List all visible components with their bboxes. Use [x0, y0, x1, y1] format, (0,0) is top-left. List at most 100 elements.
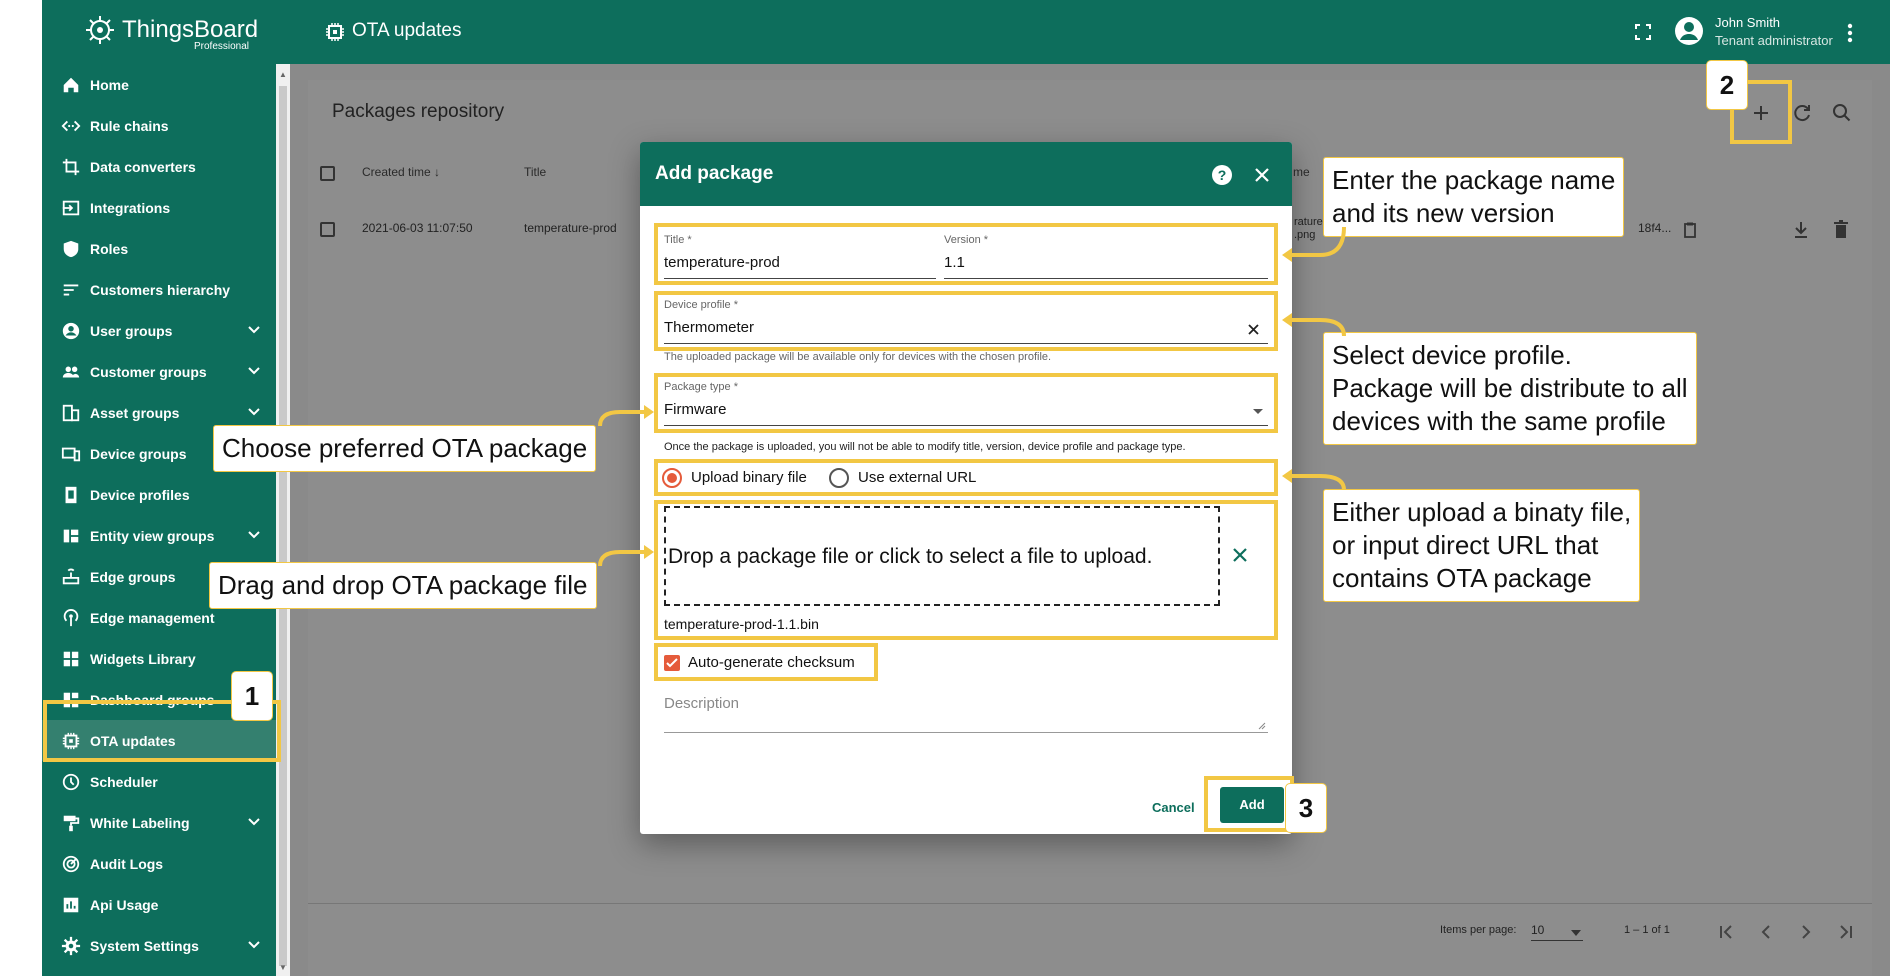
sidebar-item-device-profiles[interactable]: Device profiles [42, 474, 276, 515]
chevron-down-icon[interactable] [246, 322, 262, 338]
sidebar-item-label: Home [90, 76, 129, 93]
first-page-icon[interactable] [1716, 922, 1736, 942]
sidebar-item-label: Entity view groups [90, 527, 215, 544]
arrow-name-version [1282, 226, 1346, 262]
user-role: Tenant administrator [1715, 33, 1833, 48]
arrow-upload [1282, 469, 1346, 491]
sidebar-item-label: Integrations [90, 199, 171, 216]
people-icon [60, 361, 82, 383]
router-icon [60, 566, 82, 588]
sidebar-item-label: Rule chains [90, 117, 169, 134]
callout-device-profile: Select device profile. Package will be d… [1323, 332, 1697, 445]
sidebar-item-scheduler[interactable]: Scheduler [42, 761, 276, 802]
step-1-badge: 1 [232, 672, 272, 720]
callout-name-version: Enter the package name and its new versi… [1323, 157, 1625, 237]
next-page-icon[interactable] [1796, 922, 1816, 942]
track-changes-icon [60, 853, 82, 875]
items-per-page-select[interactable]: 10 [1531, 923, 1544, 937]
dialog-header: Add package ? [640, 142, 1292, 206]
arrow-drag-drop [598, 545, 654, 567]
brand-edition: Professional [194, 41, 250, 52]
search-icon[interactable] [1831, 102, 1853, 124]
download-icon[interactable] [1792, 220, 1810, 240]
sidebar-item-system-settings[interactable]: System Settings [42, 925, 276, 966]
scroll-down-icon[interactable]: ▼ [279, 963, 287, 972]
repository-title: Packages repository [332, 101, 505, 122]
crop-icon [60, 156, 82, 178]
sidebar-item-label: Device groups [90, 445, 187, 462]
column-partial[interactable]: me [1293, 165, 1310, 179]
items-per-page-underline [1531, 940, 1583, 941]
callout-drag-drop: Drag and drop OTA package file [209, 562, 597, 609]
brand-name: ThingsBoard [122, 16, 259, 43]
dialog-title: Add package [655, 163, 774, 184]
schedule-icon [60, 771, 82, 793]
description-field[interactable]: Description [664, 695, 739, 712]
fullscreen-icon[interactable] [1634, 23, 1652, 41]
settings-icon [60, 935, 82, 957]
sidebar-item-label: Widgets Library [90, 650, 196, 667]
select-all-checkbox[interactable] [320, 166, 335, 181]
page-title: OTA updates [352, 20, 462, 41]
sidebar-nav: Home Rule chains Data converters Integratio… [42, 64, 276, 966]
highlight-checksum [654, 643, 878, 681]
sidebar-item-customers-hierarchy[interactable]: Customers hierarchy [42, 269, 276, 310]
sidebar-item-integrations[interactable]: Integrations [42, 187, 276, 228]
avatar[interactable] [1674, 16, 1704, 46]
refresh-icon[interactable] [1791, 102, 1813, 124]
items-per-page-label: Items per page: [1440, 924, 1517, 936]
home-icon [60, 74, 82, 96]
chevron-down-icon[interactable] [246, 363, 262, 379]
format-paint-icon [60, 812, 82, 834]
sidebar-item-label: Api Usage [90, 896, 159, 913]
chevron-down-icon[interactable] [246, 937, 262, 953]
sidebar-item-audit-logs[interactable]: Audit Logs [42, 843, 276, 884]
arrow-ota-package [598, 405, 654, 427]
code-icon [60, 115, 82, 137]
more-vert-icon[interactable] [1846, 22, 1854, 44]
help-icon[interactable]: ? [1211, 164, 1233, 186]
sidebar-item-home[interactable]: Home [42, 64, 276, 105]
sidebar-scrollbar[interactable]: ▲ ▼ [276, 64, 290, 976]
last-page-icon[interactable] [1836, 922, 1856, 942]
chevron-down-icon[interactable] [246, 404, 262, 420]
sidebar-item-api-usage[interactable]: Api Usage [42, 884, 276, 925]
sidebar-item-label: White Labeling [90, 814, 190, 831]
highlight-package-type [654, 373, 1278, 433]
cancel-button[interactable]: Cancel [1152, 800, 1195, 815]
sidebar-item-data-converters[interactable]: Data converters [42, 146, 276, 187]
highlight-drop-zone [654, 500, 1278, 640]
device-profile-icon [60, 484, 82, 506]
sidebar-item-label: Customers hierarchy [90, 281, 231, 298]
cell-created-time: 2021-06-03 11:07:50 [362, 221, 473, 235]
sidebar-item-label: Data converters [90, 158, 196, 175]
sidebar-item-user-groups[interactable]: User groups [42, 310, 276, 351]
previous-page-icon[interactable] [1756, 922, 1776, 942]
column-created-time[interactable]: Created time ↓ [362, 165, 440, 179]
select-arrow-icon[interactable] [1570, 929, 1582, 937]
delete-icon[interactable] [1833, 220, 1849, 240]
resize-handle-icon[interactable] [1258, 722, 1266, 730]
user-name[interactable]: John Smith [1715, 15, 1780, 30]
sidebar-item-label: Edge groups [90, 568, 176, 585]
description-underline [664, 732, 1268, 733]
copy-icon[interactable] [1683, 222, 1697, 238]
sidebar-item-white-labeling[interactable]: White Labeling [42, 802, 276, 843]
sidebar-item-label: Customer groups [90, 363, 207, 380]
close-icon[interactable] [1253, 166, 1271, 184]
sidebar-item-roles[interactable]: Roles [42, 228, 276, 269]
scroll-thumb[interactable] [279, 86, 287, 966]
logo[interactable]: ThingsBoard Professional [42, 0, 276, 64]
highlight-upload-options [654, 459, 1278, 496]
chevron-down-icon[interactable] [246, 814, 262, 830]
column-created-time-label: Created time [362, 165, 431, 179]
chevron-down-icon[interactable] [246, 527, 262, 543]
column-title[interactable]: Title [524, 165, 546, 179]
row-checkbox[interactable] [320, 222, 335, 237]
view-quilt-icon [60, 525, 82, 547]
sidebar-item-entity-view-groups[interactable]: Entity view groups [42, 515, 276, 556]
sidebar-item-customer-groups[interactable]: Customer groups [42, 351, 276, 392]
account-circle-icon [60, 320, 82, 342]
sidebar-item-rule-chains[interactable]: Rule chains [42, 105, 276, 146]
scroll-up-icon[interactable]: ▲ [279, 70, 287, 79]
